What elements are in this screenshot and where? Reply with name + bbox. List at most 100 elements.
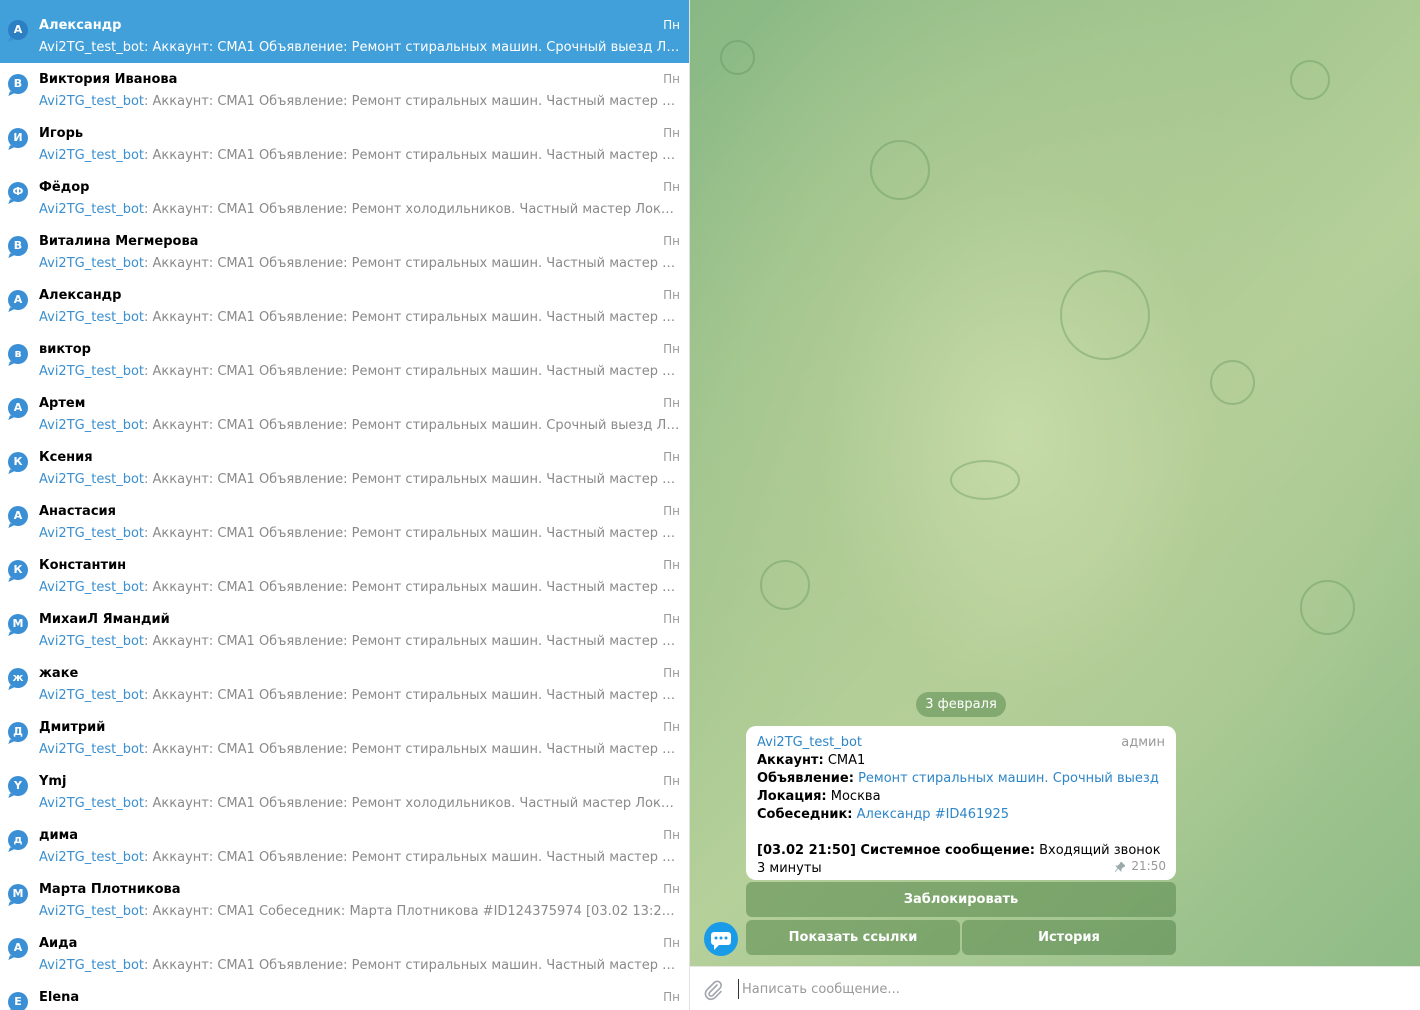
chat-avatar: Ф [8, 182, 28, 202]
wallpaper-doodle [950, 460, 1020, 500]
chat-preview: Avi2TG_test_bot: Аккаунт: СМА1 Объявлени… [39, 526, 681, 541]
chat-preview-sender: Avi2TG_test_bot [39, 850, 144, 865]
chat-list-item[interactable]: В Виталина Мегмерова Пн Avi2TG_test_bot: Ак… [0, 225, 689, 279]
chat-preview-text: Аккаунт: СМА1 Объявление: Ремонт стираль… [152, 634, 681, 649]
show-links-button[interactable]: Показать ссылки [746, 920, 960, 955]
chat-avatar: в [8, 344, 28, 364]
chat-preview-sender: Avi2TG_test_bot [39, 148, 144, 163]
chat-preview: Avi2TG_test_bot: Аккаунт: СМА1 Объявлени… [39, 256, 681, 271]
chat-list-item[interactable]: А Артем Пн Avi2TG_test_bot: Аккаунт: СМА1 О… [0, 387, 689, 441]
chat-wallpaper: 3 февраля Avi2TG_test_bot админ Аккаунт:… [690, 0, 1420, 966]
chat-list-item[interactable]: К Константин Пн Avi2TG_test_bot: Аккаунт: С… [0, 549, 689, 603]
date-separator: 3 февраля [916, 692, 1006, 717]
chat-preview-sender: Avi2TG_test_bot [39, 742, 144, 757]
chat-preview: Avi2TG_test_bot: Аккаунт: СМА1 Объявлени… [39, 310, 681, 325]
chat-date: Пн [663, 828, 680, 842]
message-role-badge: админ [1121, 735, 1165, 750]
account-value: СМА1 [827, 753, 866, 768]
chat-list-item[interactable]: Д Дмитрий Пн Avi2TG_test_bot: Аккаунт: СМА1… [0, 711, 689, 765]
account-label: Аккаунт: [757, 753, 824, 768]
attach-icon[interactable] [702, 979, 724, 1001]
chat-list-item[interactable]: А Александр Пн Avi2TG_test_bot: Аккаунт: СМ… [0, 9, 689, 63]
chat-avatar: М [8, 614, 28, 634]
chat-avatar: В [8, 74, 28, 94]
chat-date: Пн [663, 72, 680, 86]
chat-preview-text: Аккаунт: СМА1 Объявление: Ремонт стираль… [152, 364, 681, 379]
chat-list-item[interactable]: ж жаке Пн Avi2TG_test_bot: Аккаунт: СМА1 Об… [0, 657, 689, 711]
chat-list-item[interactable]: А Аида Пн Avi2TG_test_bot: Аккаунт: СМА1 Об… [0, 927, 689, 981]
list-top-strip [0, 0, 689, 9]
chat-list-item[interactable]: В Виктория Иванова Пн Avi2TG_test_bot: Акка… [0, 63, 689, 117]
chat-preview-text: Аккаунт: СМА1 Объявление: Ремонт стираль… [152, 256, 681, 271]
wallpaper-doodle [1210, 360, 1255, 405]
history-button[interactable]: История [962, 920, 1176, 955]
chat-preview: Avi2TG_test_bot: Аккаунт: СМА1 Объявлени… [39, 688, 681, 703]
chat-avatar: А [8, 20, 28, 40]
chat-list-item[interactable]: д дима Пн Avi2TG_test_bot: Аккаунт: СМА1 Об… [0, 819, 689, 873]
chat-list-item[interactable]: К Ксения Пн Avi2TG_test_bot: Аккаунт: СМА1 … [0, 441, 689, 495]
chat-preview-sender: Avi2TG_test_bot [39, 688, 144, 703]
chat-preview-sender: Avi2TG_test_bot [39, 904, 144, 919]
chat-list-item[interactable]: в виктор Пн Avi2TG_test_bot: Аккаунт: СМА1 … [0, 333, 689, 387]
chat-name: МихаиЛ Ямандий [39, 612, 170, 627]
chat-list-item[interactable]: А Анастасия Пн Avi2TG_test_bot: Аккаунт: СМ… [0, 495, 689, 549]
chat-name: Артем [39, 396, 86, 411]
chat-name: Аида [39, 936, 78, 951]
chat-list-item[interactable]: И Игорь Пн Avi2TG_test_bot: Аккаунт: СМА1 О… [0, 117, 689, 171]
chat-preview-text: Аккаунт: СМА1 Объявление: Ремонт стираль… [152, 94, 681, 109]
chat-list-item[interactable]: М Марта Плотникова Пн Avi2TG_test_bot: Акка… [0, 873, 689, 927]
chat-list-item[interactable]: Y Ymj Пн Avi2TG_test_bot: Аккаунт: СМА1 Объ… [0, 765, 689, 819]
bot-avatar[interactable] [704, 922, 738, 956]
message-author[interactable]: Avi2TG_test_bot [757, 734, 1165, 752]
message-composer [690, 966, 1420, 1010]
chat-name: Виктория Иванова [39, 72, 178, 87]
contact-link[interactable]: Александр #ID461925 [857, 807, 1009, 822]
chat-preview: Avi2TG_test_bot: Аккаунт: СМА1 Объявлени… [39, 472, 681, 487]
message-line-contact: Собеседник: Александр #ID461925 [757, 806, 1165, 824]
chat-preview-sender: Avi2TG_test_bot [39, 472, 144, 487]
chat-preview: Avi2TG_test_bot: Аккаунт: СМА1 Объявлени… [39, 958, 681, 973]
chat-name: Константин [39, 558, 127, 573]
block-button[interactable]: Заблокировать [746, 882, 1176, 917]
chat-preview-text: Аккаунт: СМА1 Объявление: Ремонт стираль… [152, 958, 681, 973]
listing-link[interactable]: Ремонт стиральных машин. Срочный выезд [858, 771, 1159, 786]
message-input[interactable] [738, 979, 1378, 999]
chat-avatar: Д [8, 722, 28, 742]
chat-list-sidebar: А Александр Пн Avi2TG_test_bot: Аккаунт: СМ… [0, 0, 690, 1010]
chat-list-item[interactable]: М МихаиЛ Ямандий Пн Avi2TG_test_bot: Аккаун… [0, 603, 689, 657]
chat-preview: Avi2TG_test_bot: Аккаунт: СМА1 Объявлени… [39, 796, 681, 811]
chat-preview-text: Аккаунт: СМА1 Объявление: Ремонт стираль… [152, 742, 681, 757]
message-line-account: Аккаунт: СМА1 [757, 752, 1165, 770]
chat-name: виктор [39, 342, 91, 357]
chat-avatar: А [8, 938, 28, 958]
chat-preview: Avi2TG_test_bot: Аккаунт: СМА1 Объявлени… [39, 418, 681, 433]
wallpaper-doodle [760, 560, 810, 610]
chat-preview: Avi2TG_test_bot: Аккаунт: СМА1 Объявлени… [39, 40, 681, 55]
chat-avatar: К [8, 560, 28, 580]
chat-preview: Avi2TG_test_bot: Аккаунт: СМА1 Объявлени… [39, 94, 681, 109]
chat-preview-sender: Avi2TG_test_bot [39, 364, 144, 379]
chat-avatar: Y [8, 776, 28, 796]
chat-list-item[interactable]: E Elena Пн [0, 981, 689, 1010]
chat-list-item[interactable]: А Александр Пн Avi2TG_test_bot: Аккаунт: СМ… [0, 279, 689, 333]
message-bubble[interactable]: Avi2TG_test_bot админ Аккаунт: СМА1 Объя… [746, 726, 1176, 880]
chat-preview-sender: Avi2TG_test_bot [39, 580, 144, 595]
chat-avatar: В [8, 236, 28, 256]
chat-preview: Avi2TG_test_bot: Аккаунт: СМА1 Объявлени… [39, 580, 681, 595]
chat-avatar: ж [8, 668, 28, 688]
chat-name: дима [39, 828, 79, 843]
chat-list-item[interactable]: Ф Фёдор Пн Avi2TG_test_bot: Аккаунт: СМА1 О… [0, 171, 689, 225]
chat-preview-text: Аккаунт: СМА1 Объявление: Ремонт стираль… [152, 850, 681, 865]
chat-date: Пн [663, 504, 680, 518]
chat-date: Пн [663, 18, 680, 32]
chat-name: Elena [39, 990, 80, 1005]
chat-preview: Avi2TG_test_bot: Аккаунт: СМА1 Собеседни… [39, 904, 681, 919]
chat-preview-text: Аккаунт: СМА1 Объявление: Ремонт стираль… [152, 472, 681, 487]
system-prefix: [03.02 21:50] Системное сообщение: [757, 843, 1035, 858]
wallpaper-doodle [1060, 270, 1150, 360]
chat-preview-sender: Avi2TG_test_bot [39, 796, 144, 811]
chat-preview-text: Аккаунт: СМА1 Объявление: Ремонт стираль… [152, 688, 681, 703]
message-line-location: Локация: Москва [757, 788, 1165, 806]
chat-name: Александр [39, 288, 122, 303]
chat-preview-text: Аккаунт: СМА1 Объявление: Ремонт стираль… [152, 418, 681, 433]
